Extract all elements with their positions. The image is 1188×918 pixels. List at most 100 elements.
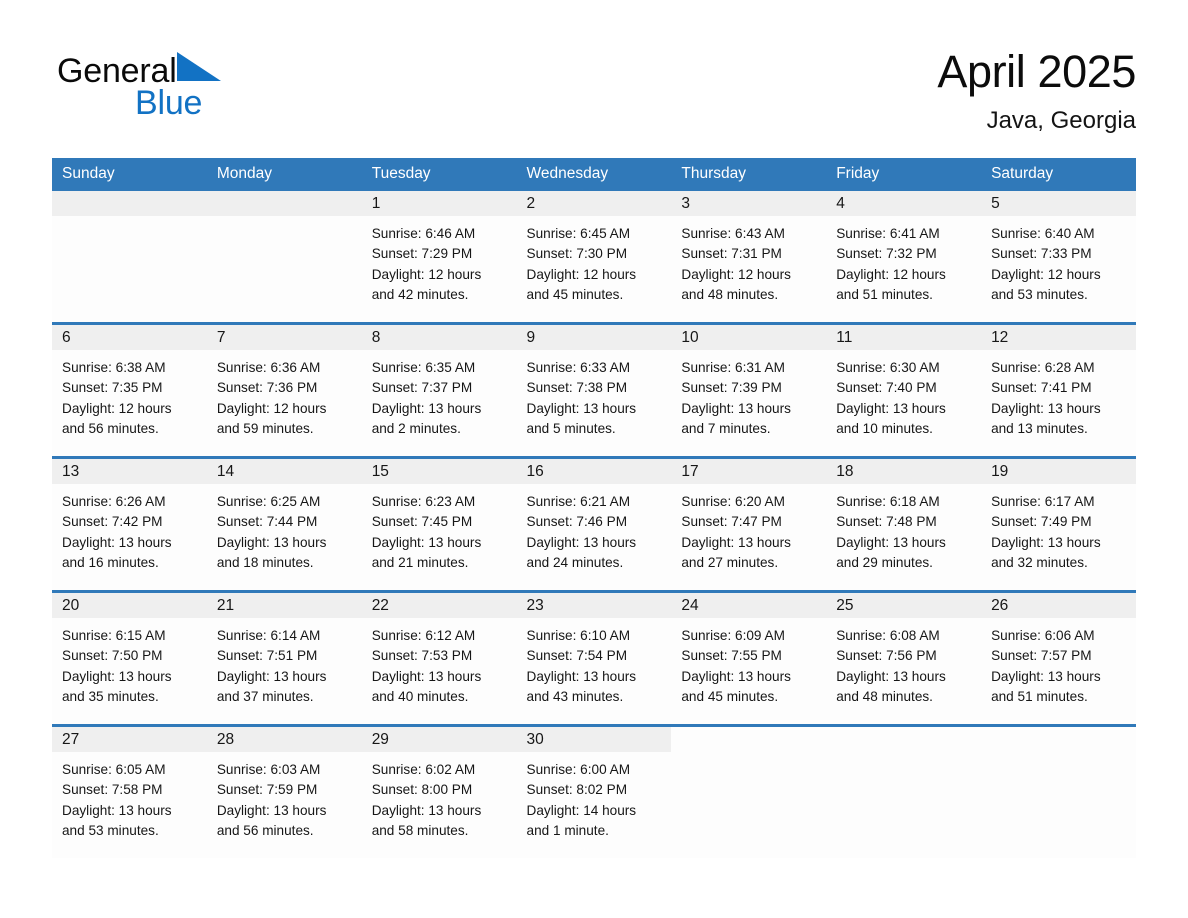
daylight-text-line2: and 42 minutes. bbox=[371, 286, 469, 302]
sunset-text: Sunset: 7:58 PM bbox=[62, 782, 163, 798]
day-number bbox=[826, 727, 981, 752]
calendar-week-row: 1 Sunrise: 6:46 AM Sunset: 7:29 PM Daylight… bbox=[52, 191, 1136, 324]
sunrise-text: Sunrise: 6:06 AM bbox=[991, 628, 1095, 643]
day-cell[interactable]: 22 Sunrise: 6:12 AM Sunset: 7:53 PM Dayligh… bbox=[361, 593, 517, 724]
sunset-text: Sunset: 7:44 PM bbox=[216, 514, 318, 530]
day-cell[interactable]: 4 Sunrise: 6:41 AM Sunset: 7:32 PM Daylight… bbox=[826, 191, 982, 322]
day-cell[interactable]: 5 Sunrise: 6:40 AM Sunset: 7:33 PM Daylight… bbox=[981, 191, 1136, 322]
day-cell[interactable]: 18 Sunrise: 6:18 AM Sunset: 7:48 PM Dayligh… bbox=[826, 459, 982, 590]
sunset-text: Sunset: 7:36 PM bbox=[216, 380, 318, 396]
weekday-header-friday: Friday bbox=[826, 158, 982, 191]
sunrise-text: Sunrise: 6:10 AM bbox=[526, 628, 631, 643]
day-cell[interactable]: 24 Sunrise: 6:09 AM Sunset: 7:55 PM Dayligh… bbox=[671, 593, 827, 724]
day-cell[interactable]: 10 Sunrise: 6:31 AM Sunset: 7:39 PM Dayligh… bbox=[671, 325, 827, 456]
day-number: 14 bbox=[206, 459, 362, 484]
calendar-cell: 15 Sunrise: 6:23 AM Sunset: 7:45 PM Dayligh… bbox=[361, 456, 517, 592]
sunset-text: Sunset: 7:59 PM bbox=[216, 782, 318, 798]
daylight-text-line1: Daylight: 13 hours bbox=[62, 668, 172, 684]
day-number: 22 bbox=[361, 593, 517, 618]
day-number: 3 bbox=[671, 191, 827, 216]
sunset-text: Sunset: 7:54 PM bbox=[526, 648, 628, 664]
calendar-table: Sunday Monday Tuesday Wednesday Thursday Frid… bbox=[52, 158, 1136, 858]
calendar-cell: 16 Sunrise: 6:21 AM Sunset: 7:46 PM Dayligh… bbox=[516, 456, 672, 592]
empty-day-cell bbox=[52, 191, 207, 322]
day-number: 20 bbox=[52, 593, 207, 618]
generalblue-logo[interactable]: General Blue bbox=[57, 50, 357, 140]
day-cell[interactable]: 8 Sunrise: 6:35 AM Sunset: 7:37 PM Daylight… bbox=[361, 325, 517, 456]
day-number: 15 bbox=[361, 459, 517, 484]
day-cell[interactable]: 1 Sunrise: 6:46 AM Sunset: 7:29 PM Daylight… bbox=[361, 191, 517, 322]
daylight-text-line2: and 32 minutes. bbox=[991, 554, 1088, 570]
daylight-text-line1: Daylight: 13 hours bbox=[836, 668, 946, 684]
daylight-text-line2: and 58 minutes. bbox=[371, 822, 469, 838]
sunrise-text: Sunrise: 6:25 AM bbox=[216, 494, 321, 509]
daylight-text-line1: Daylight: 13 hours bbox=[371, 400, 482, 416]
day-cell[interactable]: 25 Sunrise: 6:08 AM Sunset: 7:56 PM Dayligh… bbox=[826, 593, 982, 724]
daylight-text-line1: Daylight: 13 hours bbox=[62, 534, 172, 550]
day-number: 13 bbox=[52, 459, 207, 484]
sunrise-text: Sunrise: 6:45 AM bbox=[526, 226, 631, 241]
day-cell[interactable]: 30 Sunrise: 6:00 AM Sunset: 8:02 PM Dayligh… bbox=[516, 727, 672, 858]
day-cell[interactable]: 7 Sunrise: 6:36 AM Sunset: 7:36 PM Daylight… bbox=[206, 325, 362, 456]
daylight-text-line2: and 27 minutes. bbox=[681, 554, 779, 570]
day-number: 8 bbox=[361, 325, 517, 350]
daylight-text-line2: and 10 minutes. bbox=[836, 420, 933, 436]
day-cell[interactable]: 19 Sunrise: 6:17 AM Sunset: 7:49 PM Dayligh… bbox=[981, 459, 1136, 590]
sunrise-text: Sunrise: 6:33 AM bbox=[526, 360, 631, 375]
daylight-text-line2: and 1 minute. bbox=[526, 822, 609, 838]
day-details: Sunrise: 6:25 AM Sunset: 7:44 PM Daylight:… bbox=[207, 484, 362, 573]
day-cell[interactable]: 14 Sunrise: 6:25 AM Sunset: 7:44 PM Dayligh… bbox=[206, 459, 362, 590]
day-details: Sunrise: 6:38 AM Sunset: 7:35 PM Daylight:… bbox=[52, 350, 207, 439]
day-cell[interactable]: 9 Sunrise: 6:33 AM Sunset: 7:38 PM Daylight… bbox=[516, 325, 672, 456]
sunset-text: Sunset: 7:37 PM bbox=[371, 380, 473, 396]
day-cell[interactable]: 11 Sunrise: 6:30 AM Sunset: 7:40 PM Dayligh… bbox=[826, 325, 982, 456]
weekday-header-tuesday: Tuesday bbox=[361, 158, 517, 191]
day-cell[interactable]: 12 Sunrise: 6:28 AM Sunset: 7:41 PM Dayligh… bbox=[981, 325, 1136, 456]
day-details: Sunrise: 6:28 AM Sunset: 7:41 PM Daylight:… bbox=[981, 350, 1136, 439]
calendar-cell: 24 Sunrise: 6:09 AM Sunset: 7:55 PM Dayligh… bbox=[671, 590, 827, 726]
day-cell[interactable]: 26 Sunrise: 6:06 AM Sunset: 7:57 PM Dayligh… bbox=[981, 593, 1136, 724]
calendar-cell: 23 Sunrise: 6:10 AM Sunset: 7:54 PM Dayligh… bbox=[516, 590, 672, 726]
sunrise-text: Sunrise: 6:05 AM bbox=[62, 762, 166, 777]
day-number: 26 bbox=[981, 593, 1136, 618]
day-number: 27 bbox=[52, 727, 207, 752]
day-details: Sunrise: 6:15 AM Sunset: 7:50 PM Daylight:… bbox=[52, 618, 207, 707]
sunset-text: Sunset: 7:32 PM bbox=[836, 246, 937, 262]
day-number bbox=[52, 191, 207, 216]
sunrise-text: Sunrise: 6:15 AM bbox=[62, 628, 166, 643]
weekday-header-wednesday: Wednesday bbox=[516, 158, 672, 191]
day-cell[interactable]: 2 Sunrise: 6:45 AM Sunset: 7:30 PM Daylight… bbox=[516, 191, 672, 322]
day-number: 17 bbox=[671, 459, 827, 484]
calendar-cell: 13 Sunrise: 6:26 AM Sunset: 7:42 PM Dayligh… bbox=[52, 456, 207, 592]
day-number: 12 bbox=[981, 325, 1136, 350]
calendar-grid: Sunday Monday Tuesday Wednesday Thursday Frid… bbox=[52, 158, 1136, 858]
day-cell[interactable]: 17 Sunrise: 6:20 AM Sunset: 7:47 PM Dayligh… bbox=[671, 459, 827, 590]
day-cell[interactable]: 6 Sunrise: 6:38 AM Sunset: 7:35 PM Daylight… bbox=[52, 325, 207, 456]
daylight-text-line1: Daylight: 13 hours bbox=[991, 534, 1101, 550]
day-cell[interactable]: 13 Sunrise: 6:26 AM Sunset: 7:42 PM Dayligh… bbox=[52, 459, 207, 590]
day-cell[interactable]: 23 Sunrise: 6:10 AM Sunset: 7:54 PM Dayligh… bbox=[516, 593, 672, 724]
calendar-cell: 10 Sunrise: 6:31 AM Sunset: 7:39 PM Dayligh… bbox=[671, 322, 827, 458]
day-number: 18 bbox=[826, 459, 982, 484]
day-details: Sunrise: 6:36 AM Sunset: 7:36 PM Daylight:… bbox=[207, 350, 362, 439]
calendar-cell bbox=[981, 724, 1136, 858]
day-cell[interactable]: 16 Sunrise: 6:21 AM Sunset: 7:46 PM Dayligh… bbox=[516, 459, 672, 590]
daylight-text-line2: and 35 minutes. bbox=[62, 688, 159, 704]
day-number: 28 bbox=[206, 727, 362, 752]
logo-word-blue: Blue bbox=[135, 84, 203, 122]
day-cell[interactable]: 3 Sunrise: 6:43 AM Sunset: 7:31 PM Daylight… bbox=[671, 191, 827, 322]
day-cell[interactable]: 15 Sunrise: 6:23 AM Sunset: 7:45 PM Dayligh… bbox=[361, 459, 517, 590]
sunrise-text: Sunrise: 6:38 AM bbox=[62, 360, 166, 375]
calendar-cell: 8 Sunrise: 6:35 AM Sunset: 7:37 PM Daylight… bbox=[361, 322, 517, 458]
day-cell[interactable]: 28 Sunrise: 6:03 AM Sunset: 7:59 PM Dayligh… bbox=[206, 727, 362, 858]
day-cell[interactable]: 20 Sunrise: 6:15 AM Sunset: 7:50 PM Dayligh… bbox=[52, 593, 207, 724]
day-cell[interactable]: 21 Sunrise: 6:14 AM Sunset: 7:51 PM Dayligh… bbox=[206, 593, 362, 724]
day-cell[interactable]: 27 Sunrise: 6:05 AM Sunset: 7:58 PM Dayligh… bbox=[52, 727, 207, 858]
day-cell[interactable]: 29 Sunrise: 6:02 AM Sunset: 8:00 PM Dayligh… bbox=[361, 727, 517, 858]
sunrise-text: Sunrise: 6:36 AM bbox=[216, 360, 321, 375]
day-number: 16 bbox=[516, 459, 672, 484]
calendar-cell: 9 Sunrise: 6:33 AM Sunset: 7:38 PM Daylight… bbox=[516, 322, 672, 458]
calendar-cell: 12 Sunrise: 6:28 AM Sunset: 7:41 PM Dayligh… bbox=[981, 322, 1136, 458]
daylight-text-line2: and 13 minutes. bbox=[991, 420, 1088, 436]
day-details: Sunrise: 6:09 AM Sunset: 7:55 PM Daylight:… bbox=[671, 618, 826, 707]
